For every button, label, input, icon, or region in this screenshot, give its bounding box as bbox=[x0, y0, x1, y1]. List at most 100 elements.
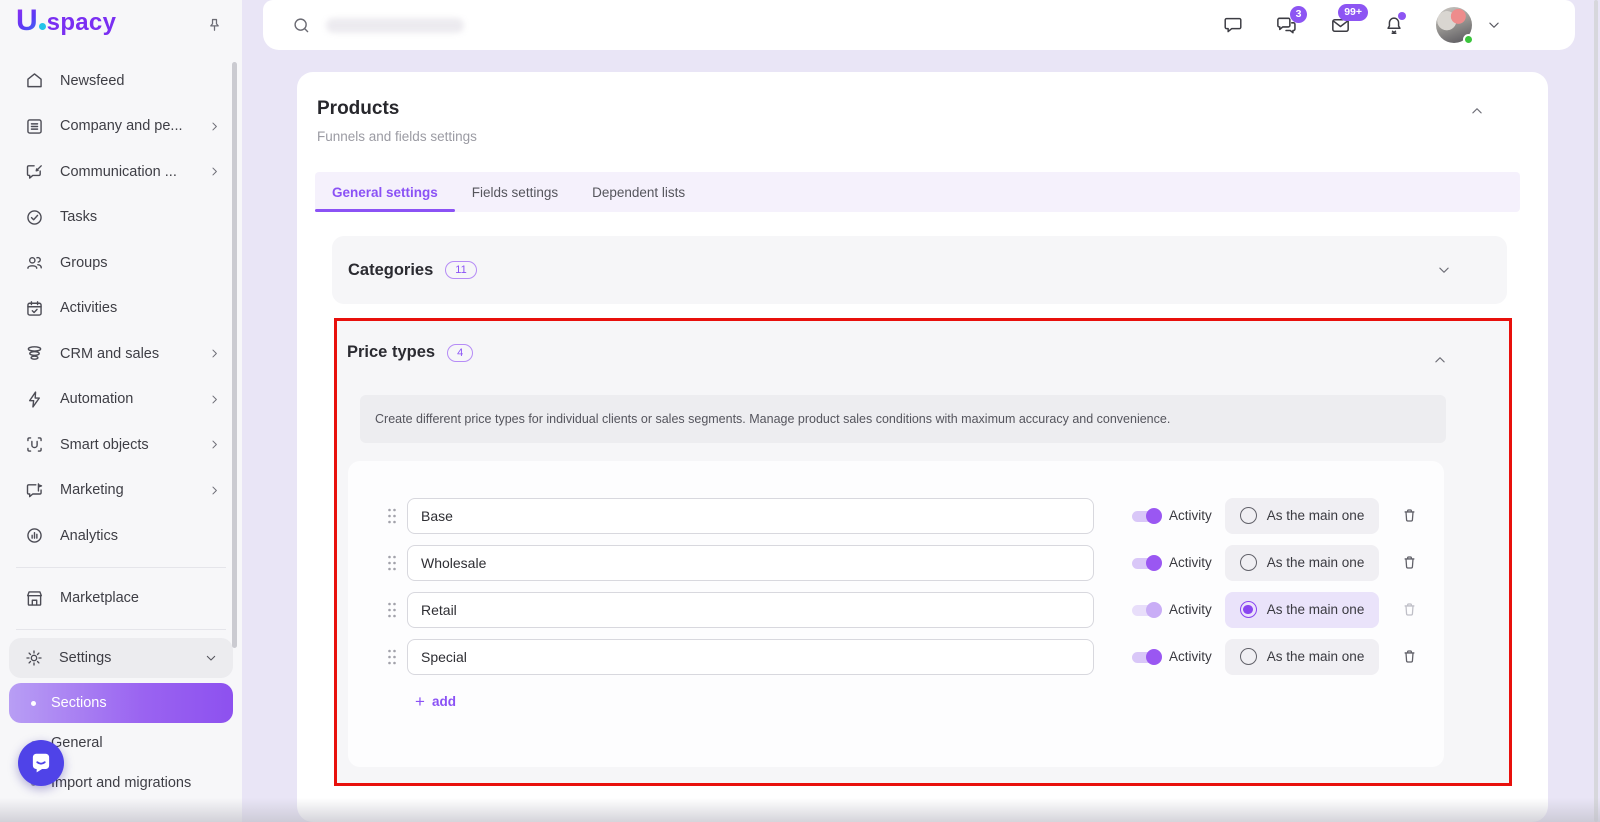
sidebar-subitem-sections-active[interactable]: Sections bbox=[9, 683, 233, 723]
radio-icon[interactable] bbox=[1240, 554, 1257, 571]
as-main-radio-group[interactable]: As the main one bbox=[1225, 498, 1380, 534]
delete-trash-icon[interactable] bbox=[1400, 553, 1419, 572]
tab-bar: General settings Fields settings Depende… bbox=[315, 172, 1520, 212]
activity-toggle[interactable] bbox=[1130, 602, 1162, 618]
drag-handle-icon[interactable] bbox=[386, 601, 398, 619]
collapse-chevron-up-icon[interactable] bbox=[1431, 351, 1449, 369]
section-price-types: Price types 4 Create different price typ… bbox=[337, 321, 1509, 783]
online-status-dot bbox=[1463, 34, 1474, 45]
search-icon[interactable] bbox=[291, 15, 312, 36]
drag-handle-icon[interactable] bbox=[386, 507, 398, 525]
radio-icon[interactable] bbox=[1240, 648, 1257, 665]
price-types-description: Create different price types for individ… bbox=[375, 412, 1170, 426]
topbar-actions: 3 99+ bbox=[1222, 0, 1503, 50]
sidebar-item-label: CRM and sales bbox=[60, 346, 159, 362]
sidebar-item-label: Newsfeed bbox=[60, 73, 124, 89]
as-main-label: As the main one bbox=[1267, 508, 1365, 523]
activity-label: Activity bbox=[1169, 602, 1212, 617]
sidebar-item-groups[interactable]: Groups bbox=[0, 240, 242, 286]
comments-button[interactable]: 3 bbox=[1275, 14, 1298, 37]
notifications-button[interactable] bbox=[1383, 14, 1405, 36]
tab-dependent-lists[interactable]: Dependent lists bbox=[575, 172, 702, 212]
highlight-rectangle: Price types 4 Create different price typ… bbox=[334, 318, 1512, 786]
activity-toggle[interactable] bbox=[1130, 555, 1162, 571]
as-main-radio-group[interactable]: As the main one bbox=[1225, 639, 1380, 675]
delete-trash-icon[interactable] bbox=[1400, 506, 1419, 525]
mail-button[interactable]: 99+ bbox=[1329, 14, 1352, 37]
section-categories[interactable]: Categories 11 bbox=[332, 236, 1507, 304]
activity-label: Activity bbox=[1169, 508, 1212, 523]
page-scrollbar[interactable] bbox=[1594, 0, 1598, 822]
groups-icon bbox=[24, 252, 45, 273]
add-button-label: add bbox=[432, 694, 456, 709]
tab-fields-settings[interactable]: Fields settings bbox=[455, 172, 575, 212]
sidebar-item-label: Marketing bbox=[60, 482, 124, 498]
crm-icon bbox=[24, 343, 45, 364]
sidebar-subitem-label: Import and migrations bbox=[51, 775, 191, 791]
notification-dot bbox=[1398, 12, 1406, 20]
sidebar-item-crm-and-sales[interactable]: CRM and sales bbox=[0, 331, 242, 377]
intercom-chat-launcher[interactable] bbox=[18, 740, 64, 786]
tab-label: Dependent lists bbox=[592, 185, 685, 200]
tab-general-settings[interactable]: General settings bbox=[315, 172, 455, 212]
search-input[interactable] bbox=[326, 18, 464, 33]
pin-sidebar-icon[interactable] bbox=[205, 16, 224, 35]
as-main-radio-group[interactable]: As the main one bbox=[1225, 545, 1380, 581]
delete-trash-icon-disabled bbox=[1400, 600, 1419, 619]
price-type-row-base: Activity As the main one bbox=[348, 492, 1444, 539]
price-type-name-input[interactable] bbox=[407, 545, 1094, 581]
radio-icon[interactable] bbox=[1240, 507, 1257, 524]
sidebar-item-analytics[interactable]: Analytics bbox=[0, 513, 242, 559]
activity-toggle[interactable] bbox=[1130, 649, 1162, 665]
sidebar-header: Uspacy bbox=[0, 0, 242, 50]
collapse-card-chevron-up-icon[interactable] bbox=[1468, 102, 1486, 120]
sidebar-item-newsfeed[interactable]: Newsfeed bbox=[0, 58, 242, 104]
sidebar-item-label: Tasks bbox=[60, 209, 97, 225]
sidebar-item-communication[interactable]: Communication ... bbox=[0, 149, 242, 195]
page-subtitle: Funnels and fields settings bbox=[317, 129, 477, 144]
marketplace-icon bbox=[24, 588, 45, 609]
sidebar-item-automation[interactable]: Automation bbox=[0, 377, 242, 423]
as-main-label: As the main one bbox=[1267, 602, 1365, 617]
section-title: Categories bbox=[348, 261, 433, 280]
chevron-down-icon bbox=[203, 650, 219, 666]
add-price-type-button[interactable]: + add bbox=[415, 693, 456, 710]
sidebar-item-tasks[interactable]: Tasks bbox=[0, 195, 242, 241]
price-type-row-retail: Activity As the main one bbox=[348, 586, 1444, 633]
drag-handle-icon[interactable] bbox=[386, 648, 398, 666]
price-types-description-box: Create different price types for individ… bbox=[360, 395, 1446, 443]
sidebar-item-settings[interactable]: Settings bbox=[9, 638, 233, 678]
global-search[interactable] bbox=[291, 0, 464, 50]
price-type-name-input[interactable] bbox=[407, 592, 1094, 628]
sidebar-item-label: Company and pe... bbox=[60, 118, 183, 134]
price-types-header[interactable]: Price types 4 bbox=[347, 343, 473, 362]
chevron-right-icon bbox=[207, 346, 222, 361]
sidebar-nav: Newsfeed Company and pe... Communication… bbox=[0, 50, 242, 803]
sidebar-item-activities[interactable]: Activities bbox=[0, 286, 242, 332]
price-type-name-input[interactable] bbox=[407, 498, 1094, 534]
sidebar-item-company-and-people[interactable]: Company and pe... bbox=[0, 104, 242, 150]
sidebar-scrollbar[interactable] bbox=[232, 62, 237, 648]
activity-toggle[interactable] bbox=[1130, 508, 1162, 524]
chat-button[interactable] bbox=[1222, 14, 1244, 36]
sidebar-item-marketplace[interactable]: Marketplace bbox=[0, 576, 242, 622]
uspacy-logo[interactable]: Uspacy bbox=[16, 6, 116, 44]
marketing-icon bbox=[24, 480, 45, 501]
sidebar-item-label: Marketplace bbox=[60, 590, 139, 606]
sidebar-divider bbox=[16, 629, 226, 630]
sidebar-item-marketing[interactable]: Marketing bbox=[0, 468, 242, 514]
chevron-down-icon[interactable] bbox=[1485, 16, 1503, 34]
price-type-row-wholesale: Activity As the main one bbox=[348, 539, 1444, 586]
sidebar-item-label: Analytics bbox=[60, 528, 118, 544]
sidebar-item-smart-objects[interactable]: Smart objects bbox=[0, 422, 242, 468]
sidebar-subitem-label: Sections bbox=[51, 695, 107, 711]
avatar[interactable] bbox=[1436, 7, 1472, 43]
delete-trash-icon[interactable] bbox=[1400, 647, 1419, 666]
expand-chevron-down-icon[interactable] bbox=[1435, 261, 1453, 279]
price-type-name-input[interactable] bbox=[407, 639, 1094, 675]
as-main-radio-group[interactable]: As the main one bbox=[1225, 592, 1380, 628]
chevron-right-icon bbox=[207, 437, 222, 452]
sidebar: Uspacy Newsfeed Company and pe... Commun… bbox=[0, 0, 242, 822]
radio-selected-icon[interactable] bbox=[1240, 601, 1257, 618]
drag-handle-icon[interactable] bbox=[386, 554, 398, 572]
